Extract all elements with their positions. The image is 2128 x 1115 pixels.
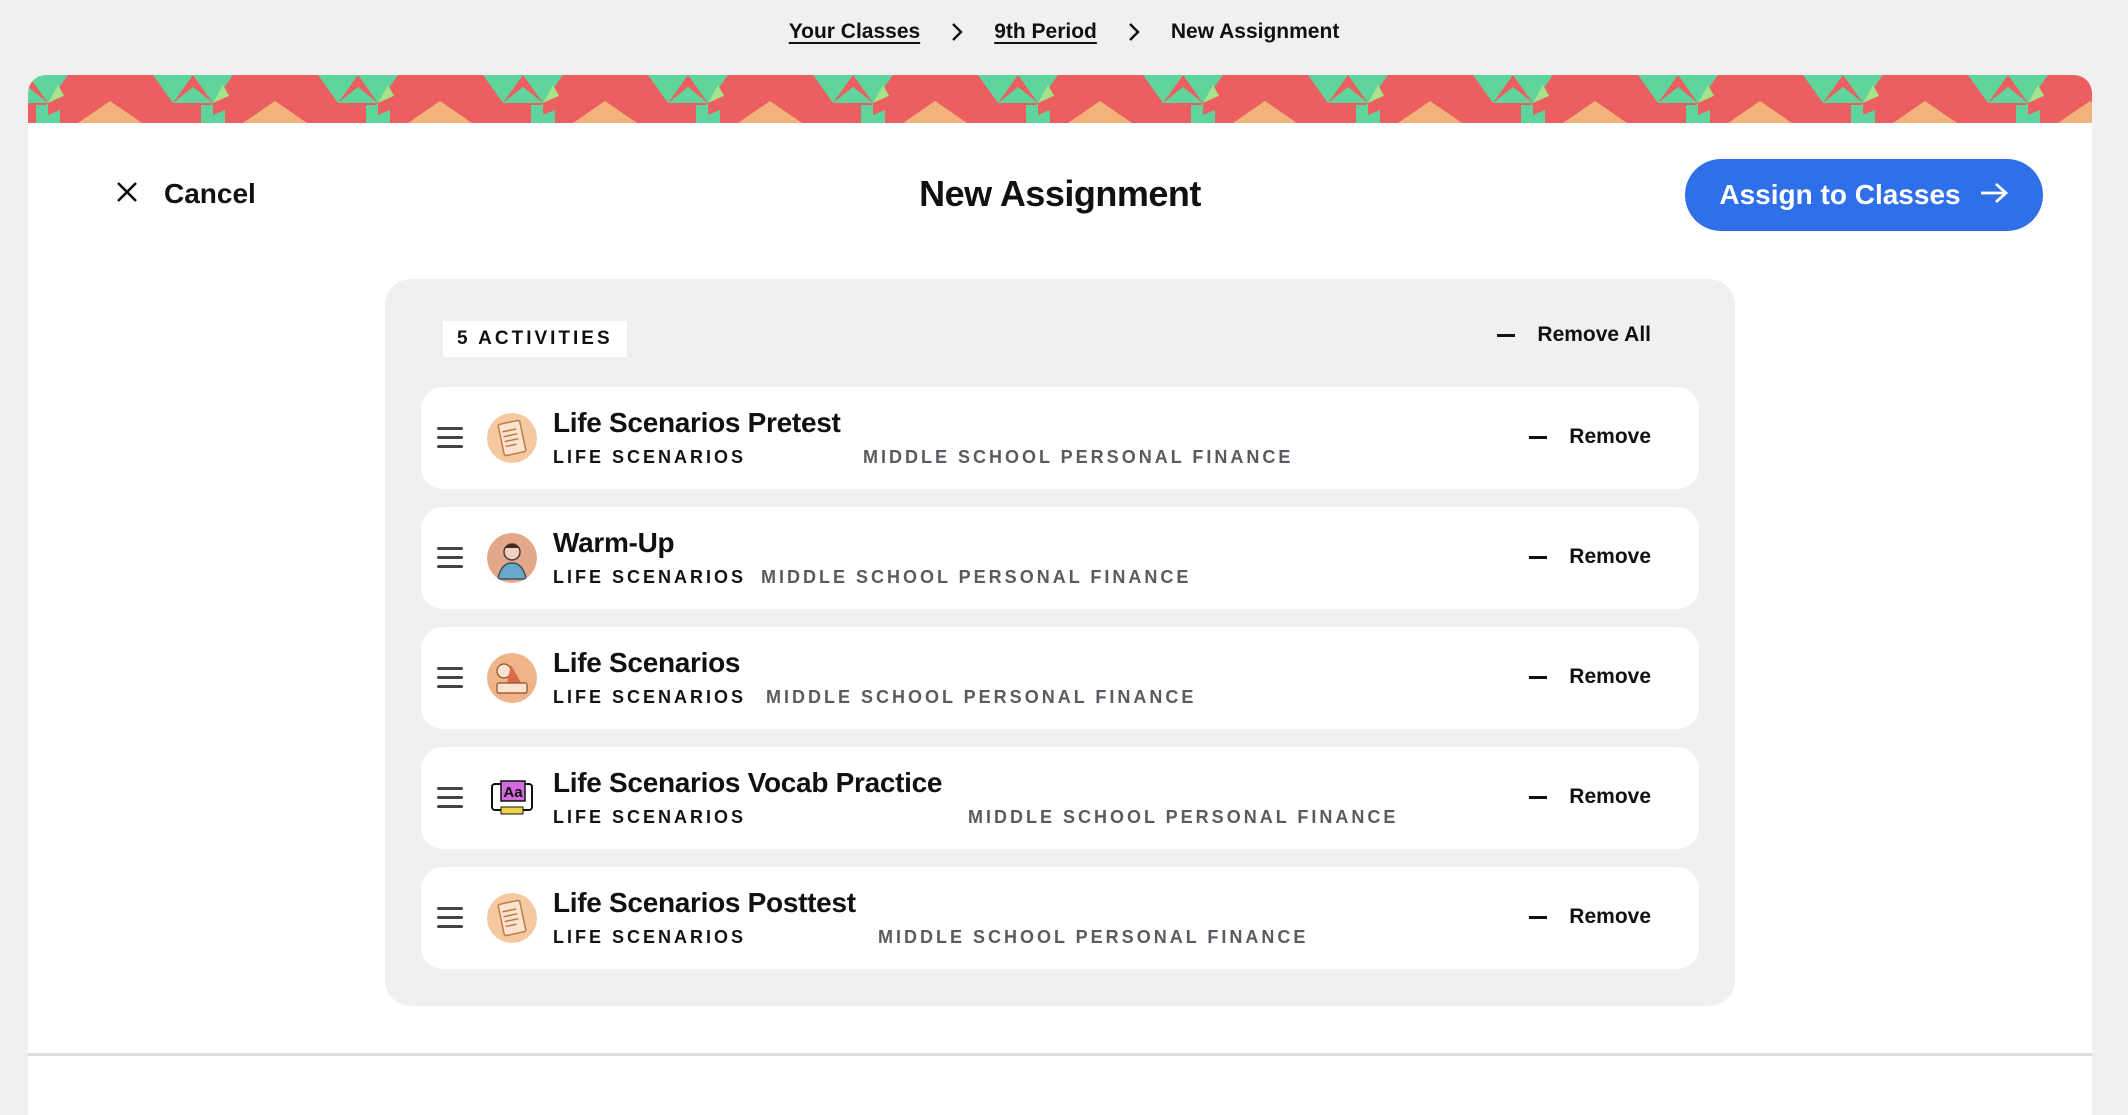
arrow-right-icon xyxy=(1979,179,2009,211)
remove-all-button[interactable]: Remove All xyxy=(1497,323,1651,347)
remove-label: Remove xyxy=(1569,905,1651,928)
remove-label: Remove xyxy=(1569,425,1651,448)
remove-all-label: Remove All xyxy=(1537,323,1651,346)
decorative-banner xyxy=(28,75,2092,123)
activity-course: MIDDLE SCHOOL PERSONAL FINANCE xyxy=(968,807,1399,827)
activity-title: Warm-Up xyxy=(553,527,675,558)
minus-icon xyxy=(1529,675,1548,679)
activity-unit: LIFE SCENARIOS xyxy=(553,927,747,947)
activity-title: Life Scenarios Pretest xyxy=(553,407,841,438)
person-avatar-icon xyxy=(487,533,537,583)
activity-row[interactable]: Life Scenarios Posttest LIFE SCENARIOS M… xyxy=(421,867,1699,969)
activity-unit: LIFE SCENARIOS xyxy=(553,807,747,827)
remove-button[interactable]: Remove xyxy=(1529,905,1651,929)
remove-button[interactable]: Remove xyxy=(1529,665,1651,689)
breadcrumb-9th-period[interactable]: 9th Period xyxy=(994,20,1097,44)
assign-to-classes-button[interactable]: Assign to Classes xyxy=(1685,159,2043,231)
activity-title: Life Scenarios xyxy=(553,647,741,678)
drag-handle-icon[interactable] xyxy=(437,787,463,809)
remove-button[interactable]: Remove xyxy=(1529,545,1651,569)
breadcrumb: Your Classes 9th Period New Assignment xyxy=(0,20,2128,44)
minus-icon xyxy=(1497,333,1516,337)
drag-handle-icon[interactable] xyxy=(437,547,463,569)
activity-course: MIDDLE SCHOOL PERSONAL FINANCE xyxy=(761,567,1192,587)
activity-unit: LIFE SCENARIOS xyxy=(553,567,747,587)
drag-handle-icon[interactable] xyxy=(437,427,463,449)
activity-row[interactable]: Life Scenarios Pretest LIFE SCENARIOS MI… xyxy=(421,387,1699,489)
activity-course: MIDDLE SCHOOL PERSONAL FINANCE xyxy=(863,447,1294,467)
remove-label: Remove xyxy=(1569,785,1651,808)
remove-button[interactable]: Remove xyxy=(1529,785,1651,809)
activity-unit: LIFE SCENARIOS xyxy=(553,447,747,467)
worksheet-icon xyxy=(487,893,537,943)
minus-icon xyxy=(1529,435,1548,439)
activities-panel: 5 ACTIVITIES Remove All Life Scenarios P… xyxy=(385,279,1735,1006)
assign-label: Assign to Classes xyxy=(1719,179,1961,210)
remove-label: Remove xyxy=(1569,665,1651,688)
activity-title: Life Scenarios Posttest xyxy=(553,887,856,918)
footer-divider xyxy=(28,1053,2092,1056)
vocab-aa-icon: Aa xyxy=(487,773,537,823)
activity-row[interactable]: Warm-Up LIFE SCENARIOS MIDDLE SCHOOL PER… xyxy=(421,507,1699,609)
minus-icon xyxy=(1529,915,1548,919)
remove-label: Remove xyxy=(1569,545,1651,568)
minus-icon xyxy=(1529,555,1548,559)
activity-title: Life Scenarios Vocab Practice xyxy=(553,767,943,798)
scenario-illustration-icon xyxy=(487,653,537,703)
assignment-card: Cancel New Assignment Assign to Classes … xyxy=(28,75,2092,1115)
breadcrumb-current: New Assignment xyxy=(1170,20,1340,43)
minus-icon xyxy=(1529,795,1548,799)
svg-text:Aa: Aa xyxy=(503,784,523,801)
activity-course: MIDDLE SCHOOL PERSONAL FINANCE xyxy=(766,687,1197,707)
remove-button[interactable]: Remove xyxy=(1529,425,1651,449)
activity-count-badge: 5 ACTIVITIES xyxy=(443,321,627,357)
activity-row[interactable]: Aa Life Scenarios Vocab Practice LIFE SC… xyxy=(421,747,1699,849)
drag-handle-icon[interactable] xyxy=(437,667,463,689)
breadcrumb-your-classes[interactable]: Your Classes xyxy=(789,20,921,44)
activity-row[interactable]: Life Scenarios LIFE SCENARIOS MIDDLE SCH… xyxy=(421,627,1699,729)
activity-unit: LIFE SCENARIOS xyxy=(553,687,747,707)
activity-course: MIDDLE SCHOOL PERSONAL FINANCE xyxy=(878,927,1309,947)
drag-handle-icon[interactable] xyxy=(437,907,463,929)
worksheet-icon xyxy=(487,413,537,463)
chevron-right-icon xyxy=(950,21,964,43)
chevron-right-icon xyxy=(1127,21,1141,43)
